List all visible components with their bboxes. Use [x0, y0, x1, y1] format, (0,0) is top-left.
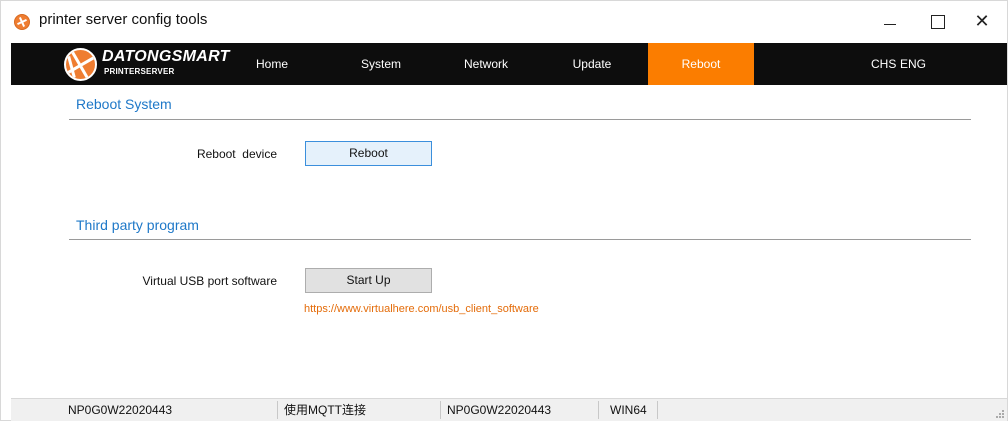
status-separator — [657, 401, 658, 419]
status-bar: NP0G0W22020443 使用MQTT连接 NP0G0W22020443 W… — [11, 398, 1007, 421]
virtualhere-link[interactable]: https://www.virtualhere.com/usb_client_s… — [304, 303, 539, 315]
third-party-section-title: Third party program — [76, 217, 199, 233]
brand-logo-icon — [64, 48, 97, 81]
reboot-button[interactable]: Reboot — [305, 141, 432, 166]
language-eng-button[interactable]: ENG — [900, 43, 926, 85]
start-up-button[interactable]: Start Up — [305, 268, 432, 293]
nav-tab-system[interactable]: System — [341, 43, 421, 85]
maximize-button[interactable] — [913, 1, 959, 42]
status-separator — [598, 401, 599, 419]
brand-name: DATONGSMART — [102, 48, 230, 65]
nav-tab-update[interactable]: Update — [552, 43, 632, 85]
app-logo-icon — [14, 14, 30, 30]
status-device-id: NP0G0W22020443 — [68, 403, 173, 417]
app-window: printer server config tools ✕ DATONGSMAR… — [0, 0, 1008, 421]
section-divider — [69, 239, 971, 240]
top-navigation-bar: DATONGSMART PRINTERSERVER Home System Ne… — [11, 43, 1007, 85]
window-title: printer server config tools — [39, 11, 208, 28]
status-serial: NP0G0W22020443 — [447, 403, 552, 417]
close-button[interactable]: ✕ — [959, 1, 1005, 42]
reboot-section-title: Reboot System — [76, 96, 172, 112]
language-chs-button[interactable]: CHS — [871, 43, 896, 85]
nav-tab-reboot[interactable]: Reboot — [648, 43, 754, 85]
status-platform: WIN64 — [610, 403, 647, 417]
resize-grip-icon[interactable] — [995, 409, 1005, 419]
nav-tab-network[interactable]: Network — [446, 43, 526, 85]
status-connection: 使用MQTT连接 — [284, 403, 366, 417]
status-separator — [440, 401, 441, 419]
brand-subtitle: PRINTERSERVER — [104, 67, 175, 76]
title-bar[interactable]: printer server config tools ✕ — [1, 1, 1007, 42]
reboot-device-label: Reboot device — [196, 147, 277, 161]
status-separator — [277, 401, 278, 419]
section-divider — [69, 119, 971, 120]
virtual-usb-label: Virtual USB port software — [142, 274, 277, 288]
minimize-button[interactable] — [867, 1, 913, 42]
nav-tab-home[interactable]: Home — [237, 43, 307, 85]
